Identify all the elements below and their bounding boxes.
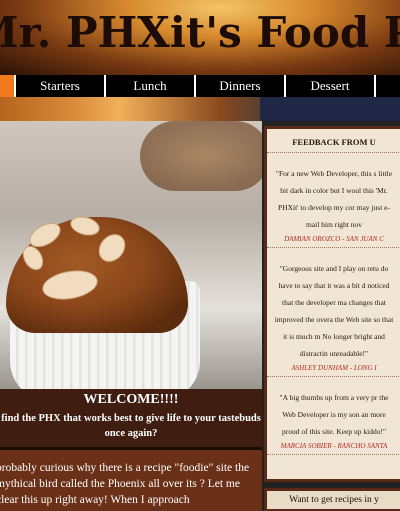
recipes-signup-box[interactable]: Want to get recipes in y [264, 488, 400, 511]
muffin-photo [0, 121, 262, 389]
testimonial-author: ASHLEY DUNHAM - LONG I [267, 364, 400, 377]
testimonial-quote: "A big thumbs up from a very pr the Web … [279, 393, 389, 436]
nav-item-dessert[interactable]: Dessert [286, 75, 376, 97]
main-nav: Starters Lunch Dinners Dessert [0, 75, 400, 97]
nav-item-lunch[interactable]: Lunch [106, 75, 196, 97]
intro-panel: probably curious why there is a recipe "… [0, 450, 262, 511]
testimonial-author: DAMIAN OROZCO - SAN JUAN C [267, 235, 400, 248]
welcome-heading: WELCOME!!!! [83, 392, 179, 407]
welcome-subheading: find the PHX that works best to give lif… [1, 413, 261, 439]
nav-home-tab[interactable] [0, 75, 16, 97]
decorative-band [0, 97, 400, 121]
feedback-panel: FEEDBACK FROM U "For a new Web Developer… [264, 126, 400, 482]
testimonial-quote: "Gorgeous site and I play on retu do hav… [274, 264, 394, 358]
testimonial-author: MARCIA SOBIER - RANCHO SANTA [267, 442, 400, 455]
site-title: Mr. PHXit's Food PHXe [0, 8, 400, 57]
testimonial-quote: "For a new Web Developer, this s little … [275, 169, 393, 229]
background-muffin [140, 121, 262, 191]
nav-item-starters[interactable]: Starters [16, 75, 106, 97]
welcome-panel: WELCOME!!!! find the PHX that works best… [0, 389, 262, 447]
header-banner: Mr. PHXit's Food PHXe [0, 0, 400, 75]
band-dark-section [260, 97, 400, 121]
intro-text: probably curious why there is a recipe "… [0, 462, 250, 506]
feedback-heading: FEEDBACK FROM U [267, 137, 400, 153]
nav-item-dinners[interactable]: Dinners [196, 75, 286, 97]
